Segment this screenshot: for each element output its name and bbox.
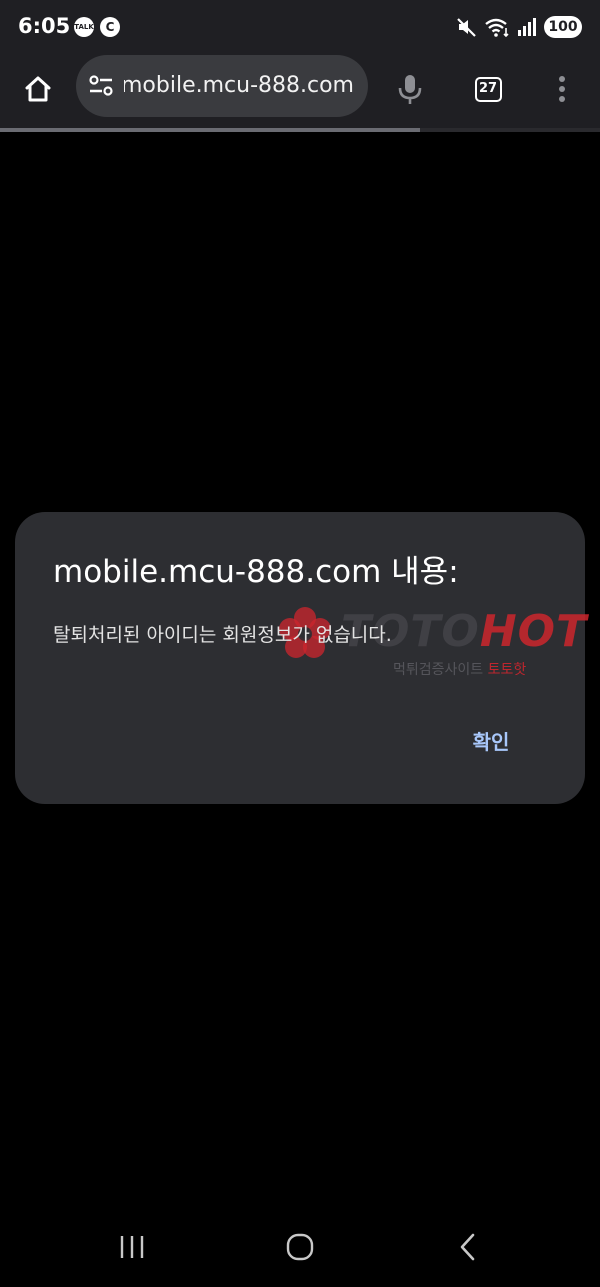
more-vert-icon — [559, 76, 565, 102]
tab-switcher-button[interactable]: 27 — [466, 67, 510, 111]
page-load-progress — [0, 128, 600, 132]
home-icon — [25, 76, 51, 102]
watermark-subtitle-brand: 토토핫 — [487, 662, 527, 678]
home-button[interactable] — [16, 67, 60, 111]
recent-apps-button[interactable] — [102, 1227, 162, 1267]
watermark-subtitle-text: 먹튀검증사이트 — [393, 662, 488, 678]
voice-search-button[interactable] — [388, 67, 432, 111]
signal-icon — [518, 18, 536, 36]
battery-indicator: 100 — [544, 16, 582, 38]
address-bar[interactable]: mobile.mcu-888.com — [76, 55, 368, 117]
watermark-brand-hot: HOT — [479, 606, 588, 657]
wifi-icon — [485, 18, 509, 38]
url-text[interactable]: mobile.mcu-888.com — [124, 73, 364, 101]
status-time: 6:05 — [18, 14, 71, 38]
status-bar: 6:05 TALK C 100 — [0, 0, 600, 54]
mute-icon — [457, 18, 476, 37]
url-value: mobile.mcu-888.com — [124, 73, 354, 98]
navigation-bar — [0, 1205, 600, 1287]
browser-toolbar: mobile.mcu-888.com 27 — [0, 54, 600, 130]
system-home-button[interactable] — [270, 1227, 330, 1267]
kakaotalk-notification-icon: TALK — [74, 17, 94, 37]
watermark-subtitle: 먹튀검증사이트 토토핫 — [393, 659, 526, 679]
back-button[interactable] — [438, 1227, 498, 1267]
more-options-button[interactable] — [542, 67, 582, 111]
microphone-icon — [398, 75, 422, 104]
dialog-message: 탈퇴처리된 아이디는 회원정보가 없습니다. — [53, 624, 392, 646]
system-home-icon — [286, 1233, 314, 1261]
page-load-progress-fill — [0, 128, 420, 132]
alert-dialog: mobile.mcu-888.com 내용: TOTOHOT 먹튀검증사이트 토… — [15, 512, 588, 804]
dialog-title: mobile.mcu-888.com 내용: — [53, 554, 459, 590]
c-notification-icon: C — [100, 17, 120, 37]
status-icons: 100 — [456, 15, 582, 39]
back-icon — [460, 1233, 475, 1261]
site-settings-icon[interactable] — [88, 74, 114, 98]
tab-count: 27 — [474, 76, 502, 102]
confirm-button[interactable]: 확인 — [455, 720, 527, 764]
recent-apps-icon — [120, 1236, 144, 1258]
